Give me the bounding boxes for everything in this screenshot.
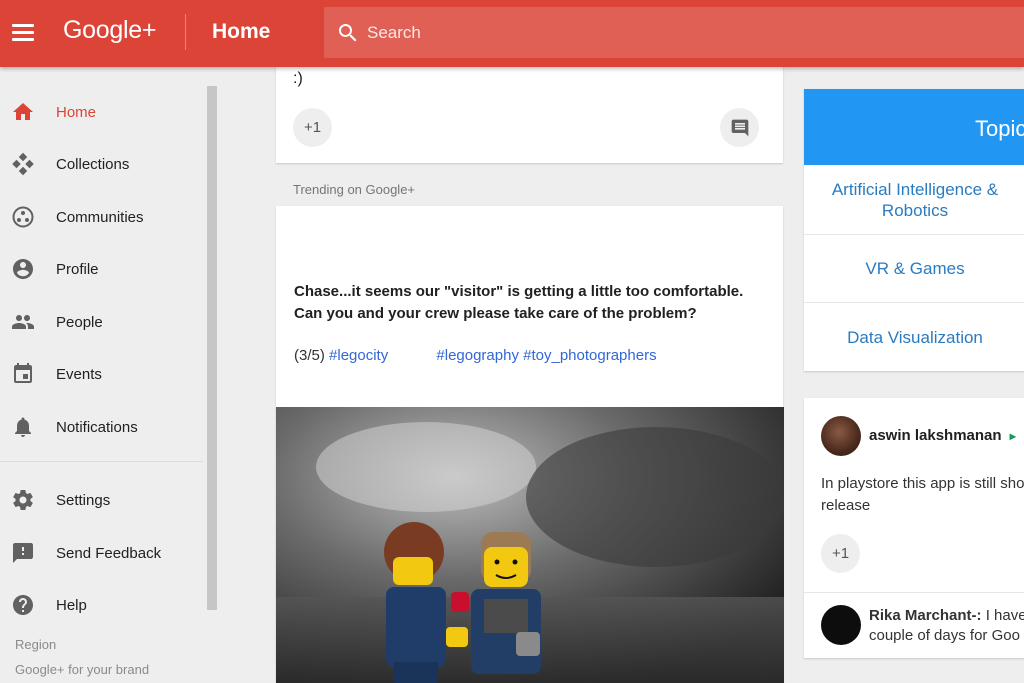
plus-one-button[interactable]: +1: [821, 534, 860, 573]
topic-item[interactable]: Data Visualization: [804, 302, 1024, 371]
sidebar-item-label: People: [56, 313, 103, 331]
search-icon: [339, 24, 357, 42]
region-link[interactable]: Region: [15, 637, 56, 652]
trending-label: Trending on Google+: [293, 182, 416, 197]
comment-text: I have: [985, 607, 1024, 624]
sidebar-item-help[interactable]: Help: [0, 581, 203, 629]
activity-text-container: In playstore this app is still showing r…: [821, 473, 1024, 517]
sidebar-item-collections[interactable]: Collections: [0, 140, 203, 188]
lego-figures-photo: [276, 407, 784, 683]
sidebar-item-label: Help: [56, 596, 87, 614]
post-author-row: aswin lakshmanan ▸ C: [869, 427, 1024, 444]
sidebar-item-label: Settings: [56, 491, 111, 509]
comment-text-line2: couple of days for Goo: [869, 627, 1020, 644]
sidebar-item-label: Profile: [56, 260, 99, 278]
topics-title: Topics: [975, 116, 1024, 141]
hashtag-row: (3/5) #legocity #legography #toy_photogr…: [294, 347, 657, 364]
profile-icon: [13, 259, 33, 279]
activity-text: In playstore this app is still showing r…: [821, 475, 1024, 514]
share-arrow-icon: ▸: [1009, 429, 1016, 443]
people-icon: [12, 315, 34, 329]
comment-icon: [731, 119, 748, 136]
page-title: Home: [212, 20, 271, 43]
sidebar-scrollbar[interactable]: [207, 86, 217, 610]
activity-card: aswin lakshmanan ▸ C In playstore this a…: [804, 398, 1024, 658]
post-text: :): [293, 70, 303, 87]
post-author[interactable]: aswin lakshmanan: [869, 427, 1002, 444]
sidebar-item-communities[interactable]: Communities: [0, 193, 203, 241]
sidebar-item-events[interactable]: Events: [0, 350, 203, 398]
avatar[interactable]: [821, 416, 861, 456]
sidebar-item-profile[interactable]: Profile: [0, 245, 203, 293]
trending-post-card: Chase...it seems our "visitor" is gettin…: [276, 206, 784, 683]
search-bar[interactable]: [324, 7, 1024, 58]
sidebar-nav: Home Collections Communities Profile Peo…: [0, 67, 218, 683]
comment: Rika Marchant-: I have couple of days fo…: [869, 606, 1024, 646]
sidebar-item-settings[interactable]: Settings: [0, 476, 203, 524]
hashtag-link[interactable]: #legography: [436, 347, 519, 364]
google-plus-logo[interactable]: Google+: [63, 16, 156, 45]
events-icon: [14, 363, 32, 383]
sidebar-item-label: Collections: [56, 155, 130, 173]
topic-item[interactable]: VR & Games: [804, 234, 1024, 302]
communities-icon: [12, 206, 34, 228]
feedback-icon: [13, 543, 33, 563]
search-input[interactable]: [367, 19, 967, 47]
plus-one-button[interactable]: +1: [293, 108, 332, 147]
sidebar-divider: [0, 461, 203, 462]
sidebar-item-label: Home: [56, 103, 97, 121]
post-photo[interactable]: [276, 407, 784, 683]
post-card: :) +1: [276, 60, 783, 163]
sidebar-item-label: Notifications: [56, 418, 138, 436]
post-counter: (3/5): [294, 347, 325, 364]
hashtag-link[interactable]: #legocity: [329, 347, 388, 364]
sidebar-item-people[interactable]: People: [0, 298, 203, 346]
sidebar-item-home[interactable]: Home: [0, 88, 203, 136]
comment-author[interactable]: Rika Marchant-:: [869, 607, 982, 624]
gear-icon: [13, 489, 33, 510]
brand-link[interactable]: Google+ for your brand: [15, 662, 149, 677]
commenter-avatar[interactable]: [821, 605, 861, 645]
bell-icon: [15, 417, 31, 437]
hashtag-link[interactable]: #toy_photographers: [523, 347, 656, 364]
comment-divider: [804, 592, 1024, 593]
menu-icon[interactable]: [12, 24, 34, 42]
sidebar-item-notifications[interactable]: Notifications: [0, 403, 203, 451]
topics-card: Topics Artificial Intelligence & Robotic…: [804, 89, 1024, 371]
post-body: Chase...it seems our "visitor" is gettin…: [294, 283, 744, 322]
help-icon: [13, 595, 33, 615]
sidebar-item-label: Events: [56, 365, 102, 383]
topics-header: Topics: [804, 89, 1024, 165]
sidebar-item-send-feedback[interactable]: Send Feedback: [0, 529, 203, 577]
sidebar-item-label: Send Feedback: [56, 544, 162, 562]
home-icon: [13, 103, 33, 120]
topic-item[interactable]: Artificial Intelligence & Robotics: [804, 165, 1024, 234]
collections-icon: [12, 152, 34, 176]
header-divider: [185, 14, 186, 50]
comment-button[interactable]: [720, 108, 759, 147]
comment-line: Rika Marchant-: I have: [869, 606, 1024, 626]
top-app-bar: Google+ Home: [0, 0, 1024, 67]
sidebar-item-label: Communities: [56, 208, 144, 226]
